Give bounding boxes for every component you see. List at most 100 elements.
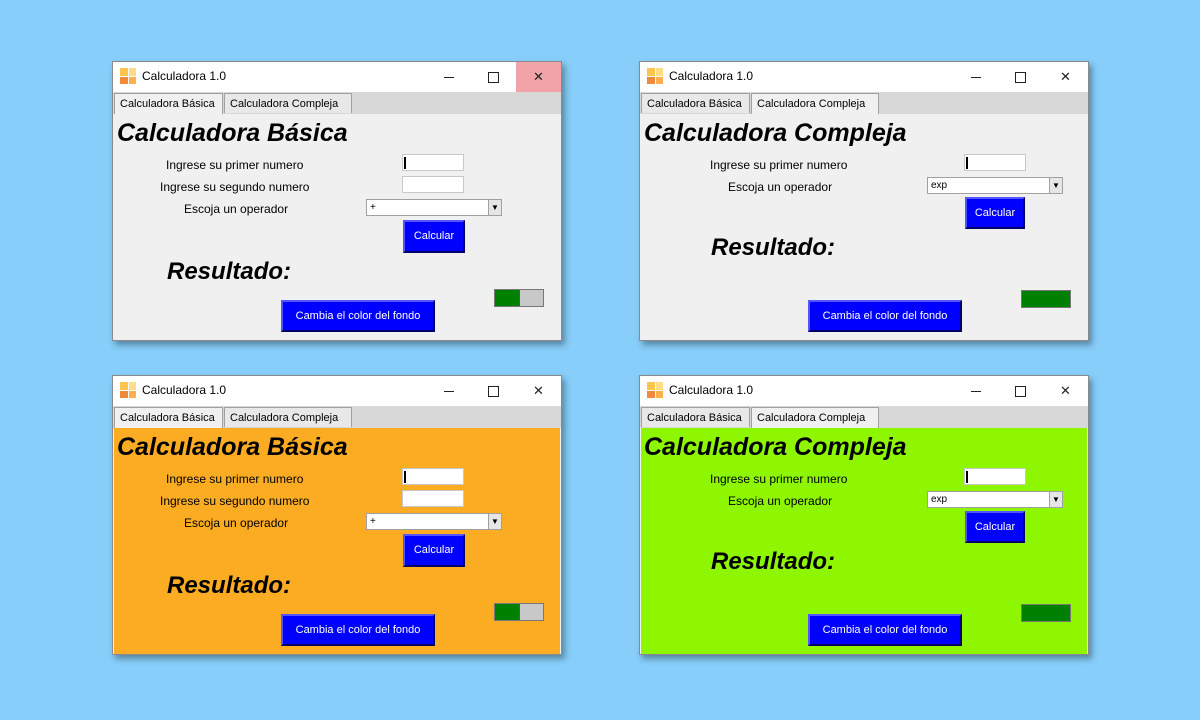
calculate-button[interactable]: Calcular [965, 197, 1025, 229]
calculator-window-complex-lime: Calculadora 1.0 ✕ Calculadora Básica Cal… [639, 375, 1089, 655]
minimize-button[interactable] [426, 62, 471, 92]
change-background-button[interactable]: Cambia el color del fondo [281, 614, 435, 646]
title-bar[interactable]: Calculadora 1.0 ✕ [113, 62, 561, 92]
tab-strip: Calculadora Básica Calculadora Compleja [113, 92, 561, 114]
chevron-down-icon[interactable]: ▼ [488, 200, 501, 215]
operator-label: Escoja un operador [728, 494, 833, 508]
page-title: Calculadora Compleja [644, 433, 907, 461]
calculator-app-icon [120, 68, 136, 84]
operator-label: Escoja un operador [184, 202, 289, 216]
operator-label: Escoja un operador [728, 180, 833, 194]
maximize-icon [488, 72, 499, 84]
first-number-label: Ingrese su primer numero [710, 472, 848, 486]
close-icon: ✕ [533, 383, 544, 398]
operator-value: + [370, 516, 376, 527]
title-bar[interactable]: Calculadora 1.0 ✕ [113, 376, 561, 406]
operator-value: exp [931, 180, 948, 191]
tab-strip: Calculadora Básica Calculadora Compleja [113, 406, 561, 428]
first-number-input[interactable] [402, 154, 464, 171]
calculator-window-basic-orange: Calculadora 1.0 ✕ Calculadora Básica Cal… [112, 375, 562, 655]
tab-calculadora-compleja[interactable]: Calculadora Compleja [751, 407, 879, 428]
calculator-app-icon [120, 382, 136, 398]
operator-value: exp [931, 494, 948, 505]
change-background-button[interactable]: Cambia el color del fondo [808, 614, 962, 646]
close-button[interactable]: ✕ [1043, 376, 1088, 406]
toggle-switch[interactable] [1021, 604, 1071, 622]
change-background-button[interactable]: Cambia el color del fondo [281, 300, 435, 332]
chevron-down-icon[interactable]: ▼ [488, 514, 501, 529]
tab-calculadora-compleja[interactable]: Calculadora Compleja [224, 407, 352, 427]
result-label: Resultado: [711, 234, 836, 261]
text-caret [966, 157, 968, 169]
minimize-icon [443, 77, 454, 79]
calculator-window-complex-gray: Calculadora 1.0 ✕ Calculadora Básica Cal… [639, 61, 1089, 341]
first-number-label: Ingrese su primer numero [166, 472, 304, 486]
toggle-switch[interactable] [494, 603, 544, 621]
tab-calculadora-compleja[interactable]: Calculadora Compleja [224, 93, 352, 113]
maximize-icon [1015, 386, 1026, 398]
first-number-input[interactable] [402, 468, 464, 485]
tab-calculadora-basica[interactable]: Calculadora Básica [641, 407, 750, 427]
minimize-button[interactable] [426, 376, 471, 406]
minimize-button[interactable] [953, 62, 998, 92]
change-background-button[interactable]: Cambia el color del fondo [808, 300, 962, 332]
maximize-button[interactable] [998, 62, 1043, 92]
calculator-window-basic-gray: Calculadora 1.0 ✕ Calculadora Básica Cal… [112, 61, 562, 341]
tab-calculadora-compleja[interactable]: Calculadora Compleja [751, 93, 879, 114]
page-title: Calculadora Compleja [644, 119, 907, 147]
page-title: Calculadora Básica [117, 433, 348, 461]
tab-calculadora-basica[interactable]: Calculadora Básica [114, 93, 223, 114]
close-button[interactable]: ✕ [1043, 62, 1088, 92]
toggle-knob [495, 604, 520, 620]
close-icon: ✕ [1060, 69, 1071, 84]
first-number-input[interactable] [964, 468, 1026, 485]
calculate-button[interactable]: Calcular [965, 511, 1025, 543]
toggle-knob [1022, 291, 1070, 307]
second-number-input[interactable] [402, 176, 464, 193]
close-button[interactable]: ✕ [516, 62, 561, 92]
calculator-app-icon [647, 382, 663, 398]
maximize-icon [488, 386, 499, 398]
minimize-button[interactable] [953, 376, 998, 406]
chevron-down-icon[interactable]: ▼ [1049, 492, 1062, 507]
close-icon: ✕ [533, 69, 544, 84]
maximize-button[interactable] [471, 62, 516, 92]
maximize-button[interactable] [998, 376, 1043, 406]
complex-panel: Calculadora Compleja Ingrese su primer n… [641, 428, 1087, 654]
title-bar[interactable]: Calculadora 1.0 ✕ [640, 62, 1088, 92]
minimize-icon [970, 77, 981, 79]
toggle-switch[interactable] [1021, 290, 1071, 308]
text-caret [404, 157, 406, 169]
first-number-input[interactable] [964, 154, 1026, 171]
window-title: Calculadora 1.0 [669, 383, 754, 397]
text-caret [404, 471, 406, 483]
window-title: Calculadora 1.0 [142, 69, 227, 83]
operator-select[interactable]: exp ▼ [927, 177, 1063, 194]
tab-calculadora-basica[interactable]: Calculadora Básica [641, 93, 750, 113]
operator-select[interactable]: + ▼ [366, 199, 502, 216]
second-number-label: Ingrese su segundo numero [160, 494, 310, 508]
basic-panel: Calculadora Básica Ingrese su primer num… [114, 114, 560, 340]
toggle-switch[interactable] [494, 289, 544, 307]
toggle-knob [1022, 605, 1070, 621]
result-label: Resultado: [711, 548, 836, 575]
calculate-button[interactable]: Calcular [403, 220, 465, 253]
chevron-down-icon[interactable]: ▼ [1049, 178, 1062, 193]
second-number-input[interactable] [402, 490, 464, 507]
operator-label: Escoja un operador [184, 516, 289, 530]
window-title: Calculadora 1.0 [669, 69, 754, 83]
first-number-label: Ingrese su primer numero [710, 158, 848, 172]
operator-select[interactable]: exp ▼ [927, 491, 1063, 508]
first-number-label: Ingrese su primer numero [166, 158, 304, 172]
operator-select[interactable]: + ▼ [366, 513, 502, 530]
tab-calculadora-basica[interactable]: Calculadora Básica [114, 407, 223, 428]
close-button[interactable]: ✕ [516, 376, 561, 406]
maximize-icon [1015, 72, 1026, 84]
complex-panel: Calculadora Compleja Ingrese su primer n… [641, 114, 1087, 340]
calculate-button[interactable]: Calcular [403, 534, 465, 567]
window-title: Calculadora 1.0 [142, 383, 227, 397]
page-title: Calculadora Básica [117, 119, 348, 147]
maximize-button[interactable] [471, 376, 516, 406]
close-icon: ✕ [1060, 383, 1071, 398]
title-bar[interactable]: Calculadora 1.0 ✕ [640, 376, 1088, 406]
